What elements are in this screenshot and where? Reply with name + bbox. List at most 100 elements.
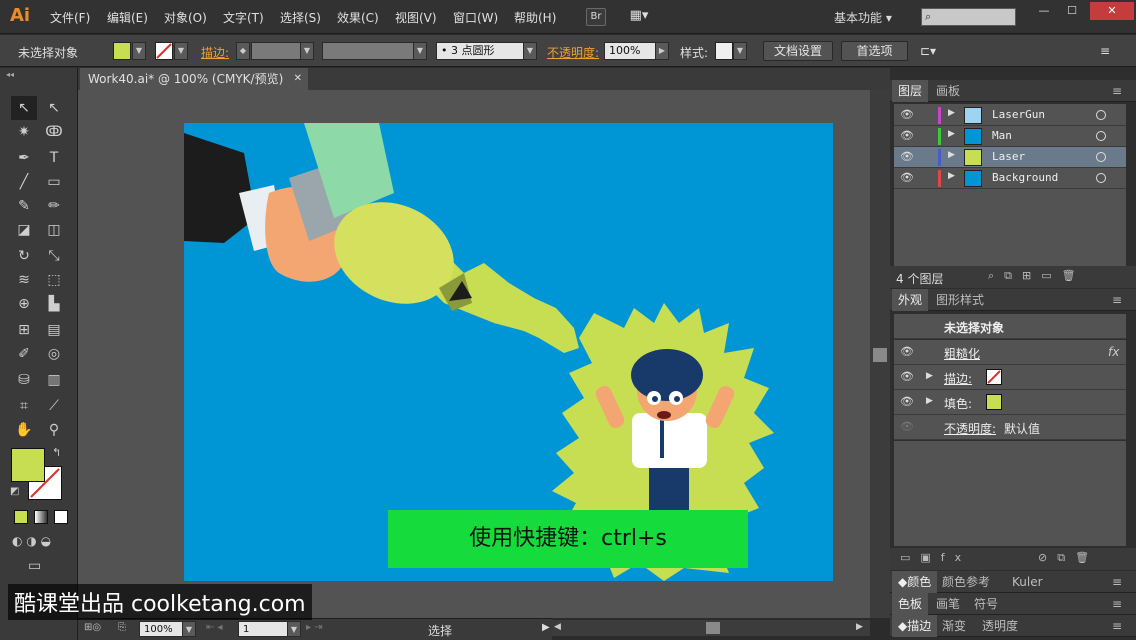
pen-tool-icon[interactable]: ✒ — [11, 146, 37, 170]
eyedropper-tool-icon[interactable]: ✐ — [11, 342, 37, 366]
opacity-dropdown-icon[interactable]: ▶ — [655, 42, 669, 60]
tab-symbols[interactable]: 符号 — [968, 593, 1004, 615]
first-artboard-icon[interactable]: ⇤ ◂ — [206, 622, 223, 633]
direct-selection-tool-icon[interactable]: ↖ — [41, 96, 67, 120]
isolate-icon[interactable]: ⊏▾ — [920, 44, 936, 58]
horizontal-scroll-thumb[interactable] — [706, 622, 720, 634]
expand-triangle-icon[interactable]: ▶ — [926, 371, 933, 381]
slice-tool-icon[interactable]: ⟋ — [41, 394, 67, 418]
menu-help[interactable]: 帮助(H) — [514, 9, 556, 26]
menu-select[interactable]: 选择(S) — [280, 9, 321, 26]
appearance-delete-icons[interactable]: ⊘⧉🗑 — [1038, 551, 1099, 565]
opacity-field[interactable]: 100% — [604, 42, 656, 60]
shape-builder-tool-icon[interactable]: ⊕ — [11, 292, 37, 316]
expand-triangle-icon[interactable]: ▶ — [948, 171, 955, 181]
stroke-weight-dropdown-icon[interactable]: ▼ — [300, 42, 314, 60]
stroke-weight-field[interactable] — [251, 42, 301, 60]
appearance-fill-row[interactable]: 👁 ▶ 填色: — [894, 390, 1126, 415]
menu-view[interactable]: 视图(V) — [395, 9, 437, 26]
tab-artboards[interactable]: 画板 — [930, 80, 966, 102]
scale-tool-icon[interactable]: ⤡ — [41, 244, 67, 268]
opacity-label[interactable]: 不透明度: — [547, 44, 599, 61]
scroll-right-icon[interactable]: ▶ — [856, 622, 863, 632]
perspective-grid-tool-icon[interactable]: ▙ — [41, 292, 67, 316]
column-graph-tool-icon[interactable]: ▥ — [41, 368, 67, 392]
swap-colors-icon[interactable]: ↰ — [52, 446, 61, 459]
appearance-panel-menu-icon[interactable]: ≡ — [1112, 293, 1122, 307]
zoom-tool-icon[interactable]: ⚲ — [41, 418, 67, 442]
mesh-tool-icon[interactable]: ⊞ — [11, 318, 37, 342]
document-tab[interactable]: Work40.ai* @ 100% (CMYK/预览) ✕ — [80, 68, 308, 90]
paintbrush-tool-icon[interactable]: ✎ — [11, 194, 37, 218]
vertical-scroll-thumb[interactable] — [873, 348, 887, 362]
layer-action-icons[interactable]: ⌕⧉⊞▭🗑 — [988, 269, 1086, 283]
open-icon[interactable]: ⎘ — [118, 622, 126, 633]
tab-color-guide[interactable]: 颜色参考 — [936, 571, 996, 593]
width-tool-icon[interactable]: ≋ — [11, 268, 37, 292]
line-tool-icon[interactable]: ╱ — [11, 170, 37, 194]
zoom-field[interactable]: 100% — [139, 621, 183, 637]
effect-link[interactable]: 粗糙化 — [944, 345, 980, 362]
document-setup-button[interactable]: 文档设置 — [763, 41, 833, 61]
workspace-switcher[interactable]: 基本功能 ▾ — [834, 9, 892, 26]
fill-color-box[interactable] — [11, 448, 45, 482]
gradient-tool-icon[interactable]: ▤ — [41, 318, 67, 342]
appearance-opacity-row[interactable]: 👁 不透明度: 默认值 — [894, 415, 1126, 440]
fill-dropdown-icon[interactable]: ▼ — [132, 42, 146, 60]
layer-row[interactable]: 👁 ▶ Laser — [894, 147, 1126, 168]
visibility-eye-icon[interactable]: 👁 — [900, 395, 914, 409]
brush-field[interactable]: • 3 点圆形 — [436, 42, 524, 60]
expand-triangle-icon[interactable]: ▶ — [926, 396, 933, 406]
layer-row[interactable]: 👁 ▶ Background — [894, 168, 1126, 189]
visibility-eye-icon[interactable]: 👁 — [900, 345, 914, 359]
menu-type[interactable]: 文字(T) — [223, 9, 264, 26]
eraser-tool-icon[interactable]: ◫ — [41, 218, 67, 242]
tab-color[interactable]: ◆颜色 — [892, 571, 938, 593]
close-document-icon[interactable]: ✕ — [294, 68, 302, 90]
tab-brushes[interactable]: 画笔 — [930, 593, 966, 615]
menu-edit[interactable]: 编辑(E) — [107, 9, 148, 26]
none-mode-icon[interactable] — [54, 510, 68, 524]
expand-triangle-icon[interactable]: ▶ — [948, 150, 955, 160]
tab-stroke[interactable]: ◆描边 — [892, 615, 938, 637]
style-dropdown-icon[interactable]: ▼ — [733, 42, 747, 60]
panel-menu-icon[interactable]: ≡ — [1100, 44, 1110, 58]
close-button[interactable]: ✕ — [1090, 2, 1134, 20]
screen-mode-icon[interactable]: ▭ — [28, 558, 41, 574]
hand-tool-icon[interactable]: ✋ — [11, 418, 37, 442]
visibility-eye-icon[interactable]: 👁 — [900, 420, 914, 434]
tab-transparency[interactable]: 透明度 — [976, 615, 1024, 637]
collapse-toolbox-icon[interactable]: ◂◂ — [6, 70, 14, 79]
artboard-tool-icon[interactable]: ⌗ — [11, 394, 37, 418]
magic-wand-tool-icon[interactable]: ✷ — [11, 120, 37, 144]
style-swatch[interactable] — [715, 42, 733, 60]
visibility-eye-icon[interactable]: 👁 — [900, 150, 914, 164]
type-tool-icon[interactable]: T — [41, 146, 67, 170]
visibility-eye-icon[interactable]: 👁 — [900, 108, 914, 122]
tab-appearance[interactable]: 外观 — [892, 289, 929, 311]
panel-menu-icon[interactable]: ≡ — [1112, 597, 1122, 611]
opacity-link[interactable]: 不透明度: — [944, 420, 996, 437]
tab-graphic-styles[interactable]: 图形样式 — [930, 289, 990, 311]
variable-width-dropdown-icon[interactable]: ▼ — [413, 42, 427, 60]
target-circle-icon[interactable] — [1096, 173, 1106, 183]
free-transform-tool-icon[interactable]: ⬚ — [41, 268, 67, 292]
arrange-documents-icon[interactable]: ▦▾ — [624, 8, 654, 26]
search-input[interactable]: ⌕ — [921, 8, 1016, 26]
selection-tool-icon[interactable]: ↖ — [11, 96, 37, 120]
bridge-button[interactable]: Br — [586, 8, 606, 26]
artboard-number-field[interactable]: 1 — [238, 621, 288, 637]
view-icon[interactable]: ⊞◎ — [84, 622, 101, 633]
menu-effect[interactable]: 效果(C) — [337, 9, 379, 26]
stroke-weight-stepper[interactable]: ◆ — [236, 42, 250, 60]
color-mode-icon[interactable] — [14, 510, 28, 524]
appearance-action-icons[interactable]: ▭▣fx — [900, 551, 971, 564]
gradient-mode-icon[interactable] — [34, 510, 48, 524]
target-circle-icon[interactable] — [1096, 110, 1106, 120]
tab-swatches[interactable]: 色板 — [892, 593, 929, 615]
last-artboard-icon[interactable]: ▸ ⇥ — [306, 622, 323, 633]
expand-triangle-icon[interactable]: ▶ — [948, 129, 955, 139]
status-menu-icon[interactable]: ▶ — [542, 622, 550, 633]
tab-gradient[interactable]: 渐变 — [936, 615, 972, 637]
fill-swatch[interactable] — [113, 42, 131, 60]
